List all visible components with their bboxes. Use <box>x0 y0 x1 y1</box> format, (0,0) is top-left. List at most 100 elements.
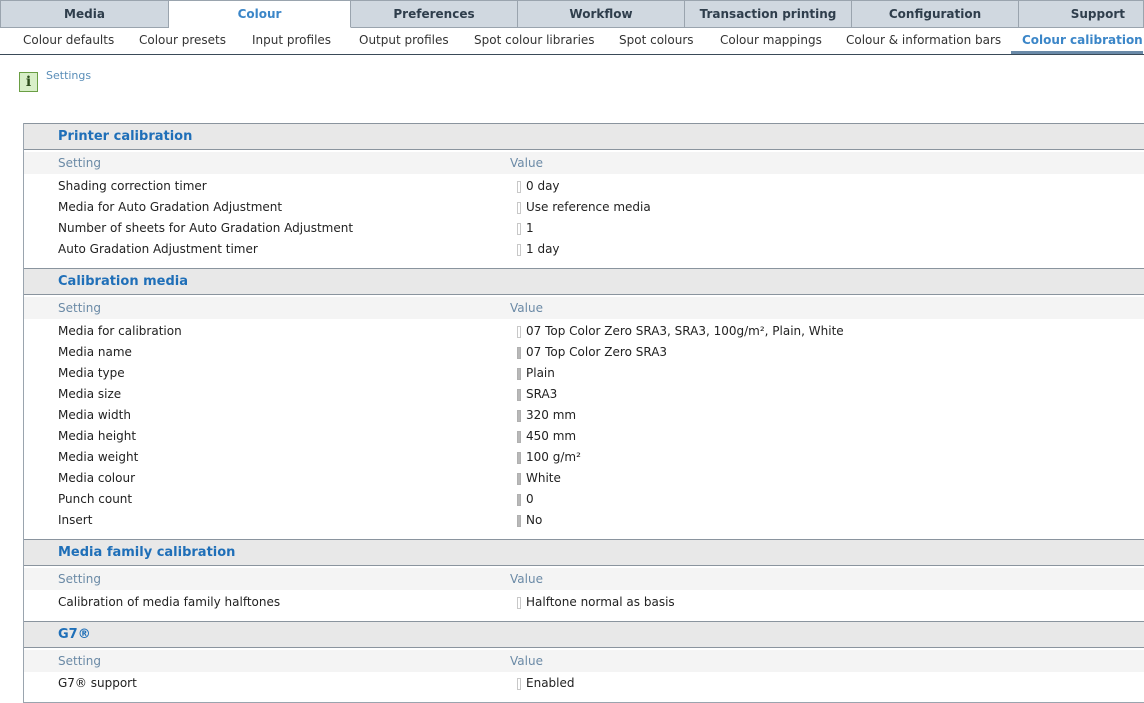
setting-label: Media for Auto Gradation Adjustment <box>58 200 283 214</box>
subtab-spot-colours[interactable]: Spot colours <box>619 28 694 54</box>
setting-label: Media size <box>58 387 122 401</box>
setting-value: 07 Top Color Zero SRA3 <box>526 345 668 359</box>
value-marker <box>517 431 521 443</box>
setting-value: Use reference media <box>526 200 651 214</box>
subtab-input-profiles[interactable]: Input profiles <box>252 28 331 54</box>
section-header-calibration-media: Calibration media <box>24 268 1144 295</box>
column-header: Setting Value <box>24 152 1144 174</box>
tab-colour[interactable]: Colour <box>169 0 351 28</box>
column-value: Value <box>510 572 543 586</box>
subtab-spot-colour-libraries[interactable]: Spot colour libraries <box>474 28 595 54</box>
value-marker <box>517 223 521 235</box>
value-marker <box>517 368 521 380</box>
setting-label: G7® support <box>58 676 137 690</box>
value-marker <box>517 515 521 527</box>
column-setting: Setting <box>58 572 101 586</box>
subtab-colour-defaults[interactable]: Colour defaults <box>23 28 114 54</box>
setting-value: 100 g/m² <box>526 450 581 464</box>
setting-row-shading-correction-timer[interactable]: Shading correction timer 0 day <box>24 176 1144 197</box>
value-marker <box>517 410 521 422</box>
setting-value: Halftone normal as basis <box>526 595 675 609</box>
section-header-printer-calibration: Printer calibration <box>24 123 1144 150</box>
setting-row-number-of-sheets[interactable]: Number of sheets for Auto Gradation Adju… <box>24 218 1144 239</box>
setting-label: Number of sheets for Auto Gradation Adju… <box>58 221 354 235</box>
setting-label: Media colour <box>58 471 136 485</box>
sub-tab-bar: Colour defaults Colour presets Input pro… <box>0 28 1144 55</box>
section-header-media-family-calibration: Media family calibration <box>24 539 1144 566</box>
setting-row-media-auto-gradation[interactable]: Media for Auto Gradation Adjustment Use … <box>24 197 1144 218</box>
setting-row-insert[interactable]: Insert No <box>24 510 1144 531</box>
value-marker <box>517 347 521 359</box>
settings-panel: Printer calibration Setting Value Shadin… <box>23 123 1144 703</box>
setting-value: 320 mm <box>526 408 577 422</box>
setting-row-g7-support[interactable]: G7® support Enabled <box>24 673 1144 694</box>
setting-row-media-colour[interactable]: Media colour White <box>24 468 1144 489</box>
value-marker <box>517 326 521 338</box>
tab-workflow[interactable]: Workflow <box>518 0 685 28</box>
subtab-colour-mappings[interactable]: Colour mappings <box>720 28 822 54</box>
value-marker <box>517 597 521 609</box>
setting-row-media-for-calibration[interactable]: Media for calibration 07 Top Color Zero … <box>24 321 1144 342</box>
setting-label: Media width <box>58 408 131 422</box>
column-header: Setting Value <box>24 297 1144 319</box>
subtab-colour-information-bars[interactable]: Colour & information bars <box>846 28 1001 54</box>
value-marker <box>517 494 521 506</box>
setting-value: 0 day <box>526 179 560 193</box>
value-marker <box>517 473 521 485</box>
setting-value: 07 Top Color Zero SRA3, SRA3, 100g/m², P… <box>526 324 844 338</box>
setting-row-media-size[interactable]: Media size SRA3 <box>24 384 1144 405</box>
value-marker <box>517 678 521 690</box>
value-marker <box>517 202 521 214</box>
column-header: Setting Value <box>24 568 1144 590</box>
setting-value: Enabled <box>526 676 575 690</box>
section-header-g7: G7® <box>24 621 1144 648</box>
setting-label: Media type <box>58 366 125 380</box>
setting-value: SRA3 <box>526 387 558 401</box>
subtab-colour-calibration[interactable]: Colour calibration <box>1011 28 1143 54</box>
tab-media[interactable]: Media <box>0 0 169 28</box>
value-marker <box>517 181 521 193</box>
setting-row-media-family-halftones[interactable]: Calibration of media family halftones Ha… <box>24 592 1144 613</box>
tab-configuration[interactable]: Configuration <box>852 0 1019 28</box>
setting-label: Media height <box>58 429 137 443</box>
setting-row-media-width[interactable]: Media width 320 mm <box>24 405 1144 426</box>
column-value: Value <box>510 301 543 315</box>
info-icon: i <box>19 72 38 92</box>
setting-label: Media for calibration <box>58 324 182 338</box>
tab-transaction-printing[interactable]: Transaction printing <box>685 0 852 28</box>
column-value: Value <box>510 654 543 668</box>
setting-value: White <box>526 471 561 485</box>
column-setting: Setting <box>58 654 101 668</box>
setting-label: Punch count <box>58 492 133 506</box>
setting-value: 450 mm <box>526 429 577 443</box>
tab-support[interactable]: Support <box>1019 0 1144 28</box>
setting-row-media-height[interactable]: Media height 450 mm <box>24 426 1144 447</box>
setting-label: Insert <box>58 513 93 527</box>
subtab-colour-presets[interactable]: Colour presets <box>139 28 226 54</box>
settings-link[interactable]: Settings <box>46 69 91 82</box>
setting-value: 1 <box>526 221 534 235</box>
setting-value: No <box>526 513 543 527</box>
setting-label: Shading correction timer <box>58 179 207 193</box>
setting-row-media-type[interactable]: Media type Plain <box>24 363 1144 384</box>
setting-row-media-name[interactable]: Media name 07 Top Color Zero SRA3 <box>24 342 1144 363</box>
setting-row-punch-count[interactable]: Punch count 0 <box>24 489 1144 510</box>
column-setting: Setting <box>58 301 101 315</box>
setting-value: Plain <box>526 366 555 380</box>
value-marker <box>517 452 521 464</box>
setting-row-media-weight[interactable]: Media weight 100 g/m² <box>24 447 1144 468</box>
setting-value: 0 <box>526 492 534 506</box>
column-value: Value <box>510 156 543 170</box>
setting-label: Calibration of media family halftones <box>58 595 281 609</box>
setting-value: 1 day <box>526 242 560 256</box>
main-tab-bar: Media Colour Preferences Workflow Transa… <box>0 0 1144 28</box>
value-marker <box>517 389 521 401</box>
value-marker <box>517 244 521 256</box>
setting-label: Auto Gradation Adjustment timer <box>58 242 258 256</box>
tab-preferences[interactable]: Preferences <box>351 0 518 28</box>
column-header: Setting Value <box>24 650 1144 672</box>
column-setting: Setting <box>58 156 101 170</box>
setting-row-auto-gradation-timer[interactable]: Auto Gradation Adjustment timer 1 day <box>24 239 1144 260</box>
setting-label: Media name <box>58 345 132 359</box>
subtab-output-profiles[interactable]: Output profiles <box>359 28 449 54</box>
